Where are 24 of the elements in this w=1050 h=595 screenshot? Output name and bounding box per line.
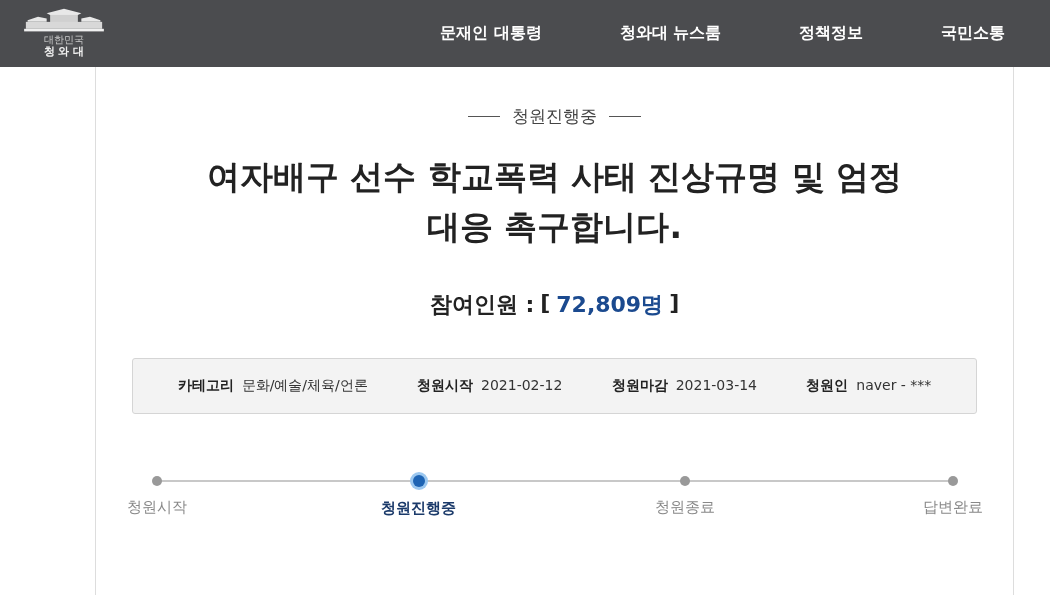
- bracket: ]: [669, 290, 680, 317]
- info-value: 문화/예술/체육/언론: [241, 377, 368, 395]
- logo-subtitle: 대한민국: [44, 34, 84, 45]
- bracket: [: [540, 290, 551, 317]
- nav-link[interactable]: 정책정보: [799, 23, 864, 44]
- nav-link[interactable]: 문재인 대통령: [440, 23, 542, 44]
- info-value: 2021-03-14: [675, 377, 758, 395]
- step-label: 청원시작: [126, 498, 187, 517]
- nav-link[interactable]: 청와대 뉴스룸: [619, 23, 722, 44]
- nav-link[interactable]: 국민소통: [941, 23, 1006, 44]
- step-label: 청원진행중: [381, 499, 456, 518]
- participant-count: 72,809명: [556, 291, 664, 319]
- participants-label: 참여인원 :: [429, 291, 535, 319]
- petition-title: 여자배구 선수 학교폭력 사태 진상규명 및 엄정 대응 촉구합니다.: [205, 156, 904, 248]
- info-label: 카테고리: [177, 377, 234, 395]
- info-label: 청원인: [806, 377, 849, 395]
- info-label: 청원마감: [611, 377, 668, 395]
- info-value: 2021-02-12: [481, 377, 563, 395]
- step-label: 답변완료: [922, 498, 983, 517]
- info-label: 청원시작: [417, 377, 474, 395]
- status-label: 청원진행중: [512, 105, 597, 128]
- logo-name: 청 와 대: [43, 45, 85, 59]
- step-label: 청원종료: [654, 498, 715, 517]
- info-value: naver - ***: [856, 377, 932, 395]
